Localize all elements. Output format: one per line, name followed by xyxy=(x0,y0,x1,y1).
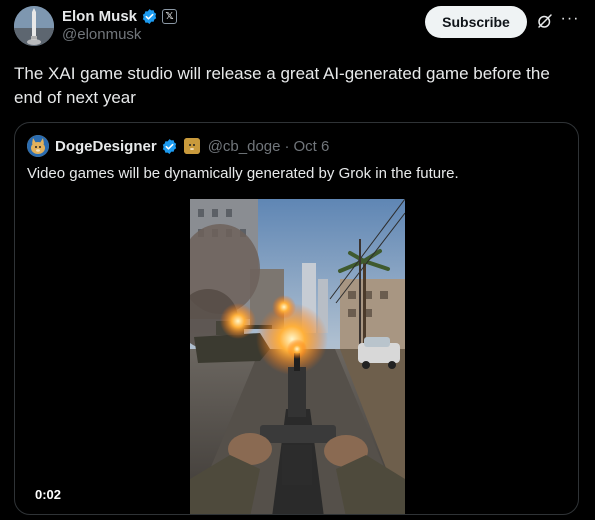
quoted-tweet-card[interactable]: DogeDesigner @cb_doge · Oct 6 Video game… xyxy=(14,122,579,515)
author-name-row: Elon Musk 𝕏 xyxy=(62,6,178,26)
meta-separator: · xyxy=(284,137,290,155)
video-player[interactable] xyxy=(190,199,405,514)
doge-emoji-icon xyxy=(183,138,200,154)
quoted-tweet-header: DogeDesigner @cb_doge · Oct 6 xyxy=(27,135,329,157)
more-icon[interactable]: ··· xyxy=(560,11,580,32)
subscribe-button[interactable]: Subscribe xyxy=(425,6,527,38)
quoted-tweet-text: Video games will be dynamically generate… xyxy=(27,165,459,182)
tweet-text: The XAI game studio will release a great… xyxy=(14,64,550,107)
quoted-author-handle[interactable]: @cb_doge xyxy=(208,138,281,155)
quoted-tweet-date[interactable]: Oct 6 xyxy=(293,138,329,155)
video-frame xyxy=(190,199,405,514)
tweet: Elon Musk 𝕏 @elonmusk Subscribe ··· The … xyxy=(0,0,595,520)
x-logo-icon[interactable]: 𝕏 xyxy=(162,8,178,24)
author-display-name[interactable]: Elon Musk xyxy=(62,8,137,25)
author-block: Elon Musk 𝕏 @elonmusk xyxy=(62,6,178,43)
grok-icon[interactable] xyxy=(536,12,554,30)
quoted-author-avatar[interactable] xyxy=(27,135,49,157)
verified-badge-icon[interactable] xyxy=(161,138,178,155)
quoted-author-display-name[interactable]: DogeDesigner xyxy=(55,138,157,155)
author-handle[interactable]: @elonmusk xyxy=(62,26,177,43)
verified-badge-icon[interactable] xyxy=(141,8,158,25)
author-avatar[interactable] xyxy=(14,6,54,46)
video-timestamp: 0:02 xyxy=(35,487,62,502)
